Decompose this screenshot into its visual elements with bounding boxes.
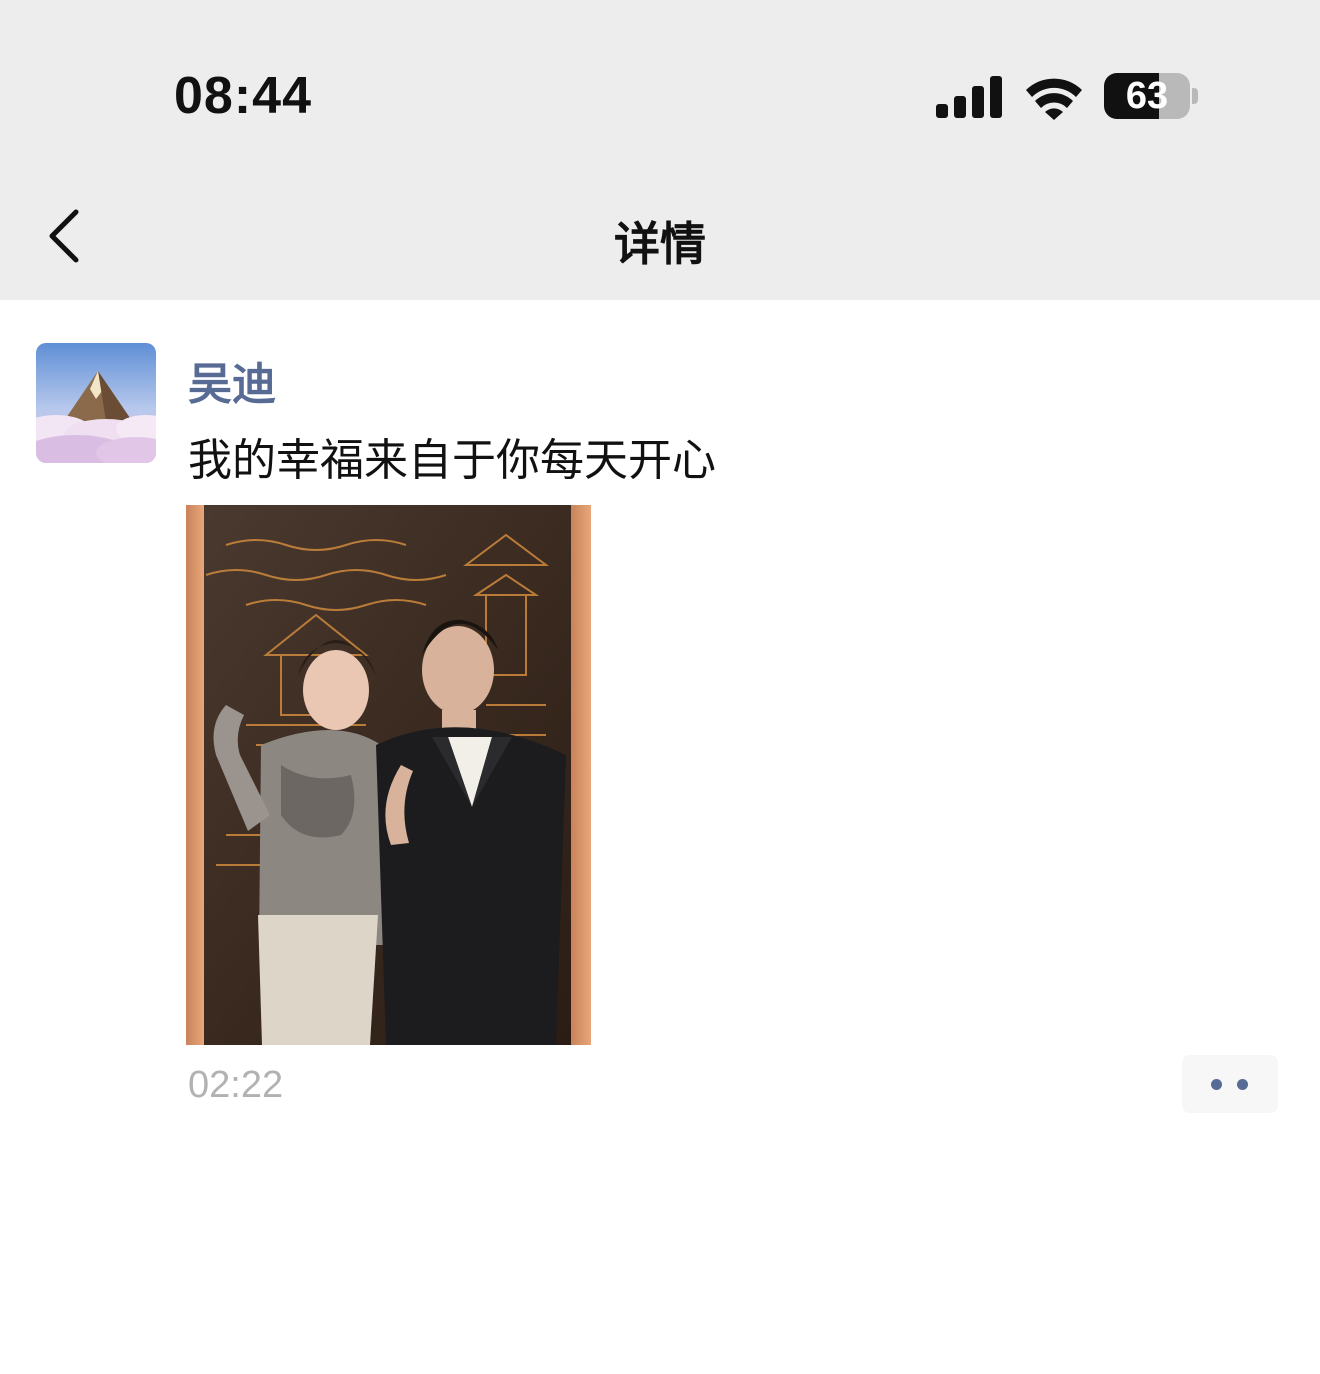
battery-tip [1192,88,1198,104]
post-timestamp: 02:22 [188,1064,284,1106]
more-dots-icon[interactable] [1182,1055,1278,1113]
battery-level: 63 [1125,75,1169,117]
page-title: 详情 [614,217,706,271]
photo-two-people-icon[interactable] [186,505,591,1045]
status-time: 08:44 [174,67,312,125]
post-text: 我的幸福来自于你每天开心 [188,435,716,486]
signal-icon [936,76,1004,118]
mountain-clouds-avatar[interactable] [36,343,156,463]
battery-icon: 63 [1104,73,1190,119]
wifi-icon [1026,78,1082,120]
author-name[interactable]: 吴迪 [188,348,276,412]
